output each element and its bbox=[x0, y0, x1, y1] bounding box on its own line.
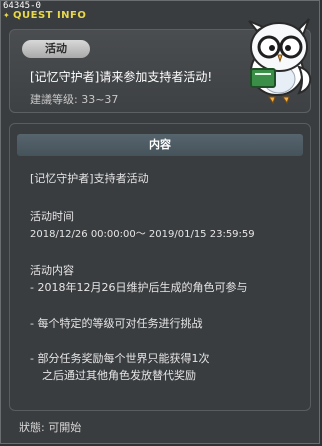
content-line: 之后通过其他角色发放替代奖励 bbox=[42, 369, 196, 382]
content-line: 活动内容 bbox=[30, 264, 74, 277]
content-line: [记忆守护者]支持者活动 bbox=[30, 172, 149, 185]
quest-level: 建議等级: 33~37 bbox=[30, 93, 119, 106]
owl-npc-icon bbox=[248, 18, 312, 105]
quest-status: 狀態: 可開始 bbox=[19, 421, 82, 434]
star-icon: ✦ bbox=[3, 11, 10, 20]
event-badge: 活动 bbox=[22, 40, 90, 58]
window-title: QUEST INFO bbox=[13, 10, 87, 21]
content-line: 2018/12/26 00:00:00～ 2019/01/15 23:59:59 bbox=[30, 229, 255, 240]
content-line: - 每个特定的等级可对任务进行挑战 bbox=[30, 317, 203, 330]
content-line: - 部分任务奖励每个世界只能获得1次 bbox=[30, 352, 210, 365]
content-panel: 内容 [记忆守护者]支持者活动 活动时间 2018/12/26 00:00:00… bbox=[9, 123, 311, 411]
content-line: - 2018年12月26日维护后生成的角色可参与 bbox=[30, 281, 248, 294]
quest-name: [记忆守护者]请来参加支持者活动! bbox=[30, 70, 213, 84]
content-header: 内容 bbox=[17, 134, 303, 156]
content-line: 活动时间 bbox=[30, 210, 74, 223]
quest-info-window: 64345-0 ✦ QUEST INFO 活动 [记忆守护者]请来参加支持者活动… bbox=[0, 0, 320, 444]
